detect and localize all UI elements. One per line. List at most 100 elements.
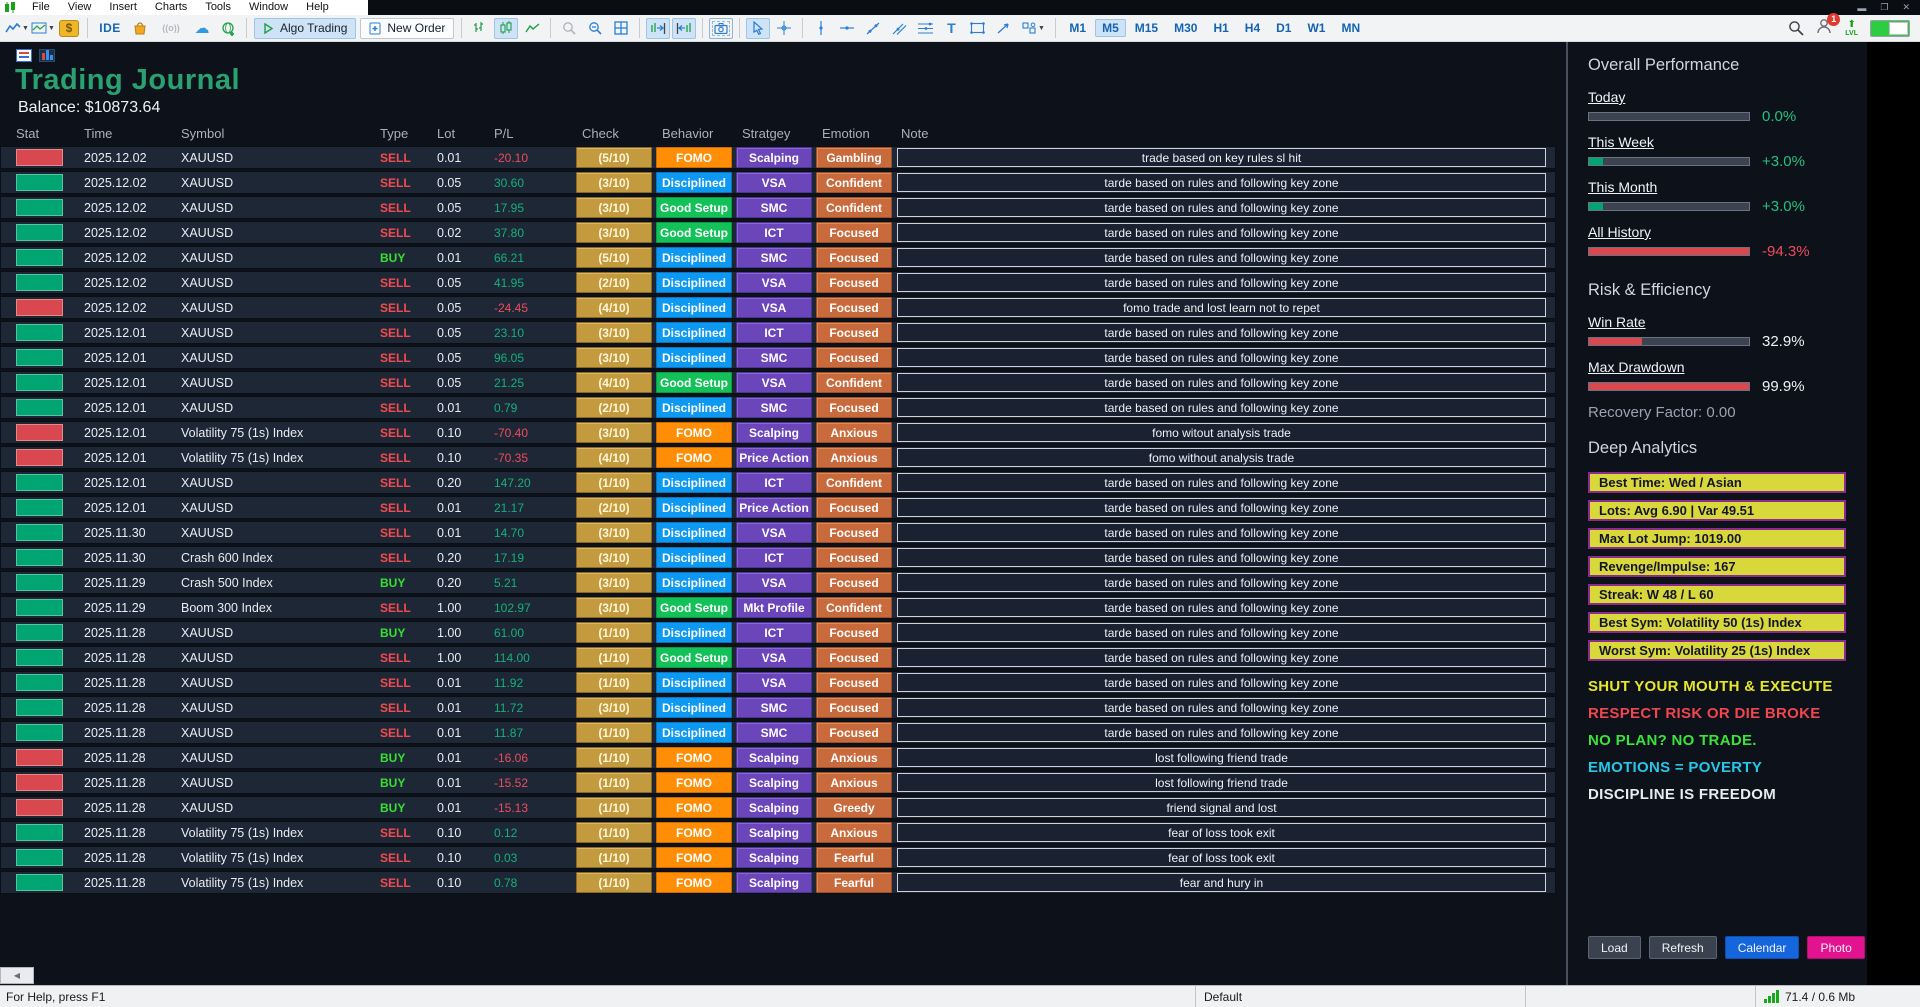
table-row[interactable]: 2025.12.01 Volatility 75 (1s) Index SELL… (0, 446, 1556, 469)
timeframe-button[interactable]: M1 (1062, 19, 1093, 37)
panel-scrollbar[interactable] (1566, 42, 1568, 985)
search-icon[interactable] (1788, 20, 1804, 36)
signals-button[interactable]: ((o)) (154, 18, 188, 39)
window-close-icon[interactable]: ✕ (1902, 2, 1910, 13)
note-box[interactable]: tarde based on rules and following key z… (897, 548, 1546, 567)
cloud-button[interactable]: ☁ (190, 18, 214, 39)
rectangle-tool-button[interactable] (965, 18, 989, 39)
cursor-tool-button[interactable] (746, 18, 770, 39)
trendline-tool-button[interactable] (861, 18, 885, 39)
table-row[interactable]: 2025.11.28 XAUUSD BUY 0.01 -16.06 (1/10)… (0, 746, 1556, 769)
sidebar-button[interactable]: Refresh (1649, 936, 1717, 959)
zoom-in-button[interactable] (557, 18, 581, 39)
table-row[interactable]: 2025.12.02 XAUUSD SELL 0.05 41.95 (2/10)… (0, 271, 1556, 294)
deposit-button[interactable]: $ (57, 18, 81, 39)
sidebar-button[interactable]: Calendar (1725, 936, 1800, 959)
timeframe-button[interactable]: W1 (1300, 19, 1332, 37)
note-box[interactable]: tarde based on rules and following key z… (897, 573, 1546, 592)
table-row[interactable]: 2025.11.28 XAUUSD SELL 0.01 11.92 (1/10)… (0, 671, 1556, 694)
journal-chart-icon[interactable] (39, 49, 55, 62)
table-row[interactable]: 2025.11.28 XAUUSD BUY 0.01 -15.52 (1/10)… (0, 771, 1556, 794)
note-box[interactable]: tarde based on rules and following key z… (897, 473, 1546, 492)
level-up-button[interactable]: ⬆LVL (1845, 20, 1858, 37)
note-box[interactable]: tarde based on rules and following key z… (897, 523, 1546, 542)
screenshot-button[interactable] (709, 18, 733, 39)
journal-table-icon[interactable] (16, 49, 32, 62)
sidebar-button[interactable]: Load (1588, 936, 1641, 959)
note-box[interactable]: fomo without analysis trade (897, 448, 1546, 467)
horizontal-scrollbar[interactable]: ◀ (0, 967, 34, 984)
new-order-button[interactable]: New Order (360, 18, 454, 39)
note-box[interactable]: tarde based on rules and following key z… (897, 348, 1546, 367)
window-minimize-icon[interactable]: ▬ (1857, 3, 1866, 13)
sidebar-button[interactable]: Photo (1807, 936, 1864, 959)
chart-objects-button[interactable]: ▼ (31, 18, 55, 39)
zoom-out-button[interactable] (583, 18, 607, 39)
note-box[interactable]: tarde based on rules and following key z… (897, 323, 1546, 342)
one-click-toggle[interactable] (1870, 20, 1910, 37)
table-row[interactable]: 2025.11.28 XAUUSD SELL 0.01 11.72 (3/10)… (0, 696, 1556, 719)
chart-shift-button[interactable] (672, 18, 696, 39)
note-box[interactable]: tarde based on rules and following key z… (897, 623, 1546, 642)
table-row[interactable]: 2025.12.02 XAUUSD SELL 0.02 37.80 (3/10)… (0, 221, 1556, 244)
menu-item[interactable]: View (59, 0, 101, 15)
timeframe-button[interactable]: M15 (1128, 19, 1165, 37)
table-row[interactable]: 2025.12.01 XAUUSD SELL 0.05 23.10 (3/10)… (0, 321, 1556, 344)
horizontal-line-tool-button[interactable] (835, 18, 859, 39)
note-box[interactable]: fomo witout analysis trade (897, 423, 1546, 442)
note-box[interactable]: tarde based on rules and following key z… (897, 598, 1546, 617)
table-row[interactable]: 2025.12.02 XAUUSD SELL 0.05 30.60 (3/10)… (0, 171, 1556, 194)
timeframe-button[interactable]: D1 (1269, 19, 1298, 37)
note-box[interactable]: lost following friend trade (897, 773, 1546, 792)
candlestick-mode-button[interactable] (494, 18, 518, 39)
table-row[interactable]: 2025.12.01 XAUUSD SELL 0.05 21.25 (4/10)… (0, 371, 1556, 394)
shapes-tool-button[interactable]: ▼ (1017, 18, 1049, 39)
menu-item[interactable]: Tools (196, 0, 240, 15)
note-box[interactable]: tarde based on rules and following key z… (897, 198, 1546, 217)
timeframe-button[interactable]: M30 (1167, 19, 1204, 37)
table-row[interactable]: 2025.12.02 XAUUSD SELL 0.01 -20.10 (5/10… (0, 146, 1556, 169)
profile-selector[interactable]: Default (1195, 986, 1525, 1007)
table-row[interactable]: 2025.11.30 XAUUSD SELL 0.01 14.70 (3/10)… (0, 521, 1556, 544)
metaeditor-button[interactable]: IDE (94, 18, 126, 39)
note-box[interactable]: tarde based on rules and following key z… (897, 173, 1546, 192)
fibonacci-tool-button[interactable] (913, 18, 937, 39)
tile-windows-button[interactable] (609, 18, 633, 39)
indicators-button[interactable]: ▼ (5, 18, 29, 39)
crosshair-tool-button[interactable] (772, 18, 796, 39)
note-box[interactable]: trade based on key rules sl hit (897, 148, 1546, 167)
timeframe-button[interactable]: M5 (1095, 19, 1126, 37)
timeframe-button[interactable]: H4 (1238, 19, 1267, 37)
algo-trading-button[interactable]: Algo Trading (254, 18, 356, 39)
note-box[interactable]: friend signal and lost (897, 798, 1546, 817)
market-button[interactable] (128, 18, 152, 39)
note-box[interactable]: fear of loss took exit (897, 848, 1546, 867)
vps-button[interactable] (216, 18, 240, 39)
table-row[interactable]: 2025.12.01 XAUUSD SELL 0.20 147.20 (1/10… (0, 471, 1556, 494)
note-box[interactable]: fear of loss took exit (897, 823, 1546, 842)
note-box[interactable]: tarde based on rules and following key z… (897, 498, 1546, 517)
table-row[interactable]: 2025.11.28 XAUUSD BUY 1.00 61.00 (1/10) … (0, 621, 1556, 644)
channel-tool-button[interactable] (887, 18, 911, 39)
vertical-line-tool-button[interactable] (809, 18, 833, 39)
window-restore-icon[interactable]: ❐ (1880, 2, 1888, 13)
table-row[interactable]: 2025.12.01 XAUUSD SELL 0.01 0.79 (2/10) … (0, 396, 1556, 419)
table-row[interactable]: 2025.11.28 Volatility 75 (1s) Index SELL… (0, 871, 1556, 894)
table-row[interactable]: 2025.12.02 XAUUSD BUY 0.01 66.21 (5/10) … (0, 246, 1556, 269)
table-row[interactable]: 2025.11.29 Boom 300 Index SELL 1.00 102.… (0, 596, 1556, 619)
note-box[interactable]: tarde based on rules and following key z… (897, 648, 1546, 667)
note-box[interactable]: fear and hury in (897, 873, 1546, 892)
timeframe-button[interactable]: MN (1334, 19, 1367, 37)
note-box[interactable]: lost following friend trade (897, 748, 1546, 767)
note-box[interactable]: tarde based on rules and following key z… (897, 223, 1546, 242)
table-row[interactable]: 2025.11.29 Crash 500 Index BUY 0.20 5.21… (0, 571, 1556, 594)
note-box[interactable]: tarde based on rules and following key z… (897, 698, 1546, 717)
notifications-button[interactable]: 1 (1816, 18, 1833, 39)
table-row[interactable]: 2025.12.02 XAUUSD SELL 0.05 17.95 (3/10)… (0, 196, 1556, 219)
table-row[interactable]: 2025.11.28 Volatility 75 (1s) Index SELL… (0, 821, 1556, 844)
note-box[interactable]: tarde based on rules and following key z… (897, 398, 1546, 417)
table-row[interactable]: 2025.11.28 Volatility 75 (1s) Index SELL… (0, 846, 1556, 869)
connection-status[interactable]: 71.4 / 0.6 Mb (1755, 986, 1920, 1007)
note-box[interactable]: tarde based on rules and following key z… (897, 248, 1546, 267)
note-box[interactable]: tarde based on rules and following key z… (897, 273, 1546, 292)
